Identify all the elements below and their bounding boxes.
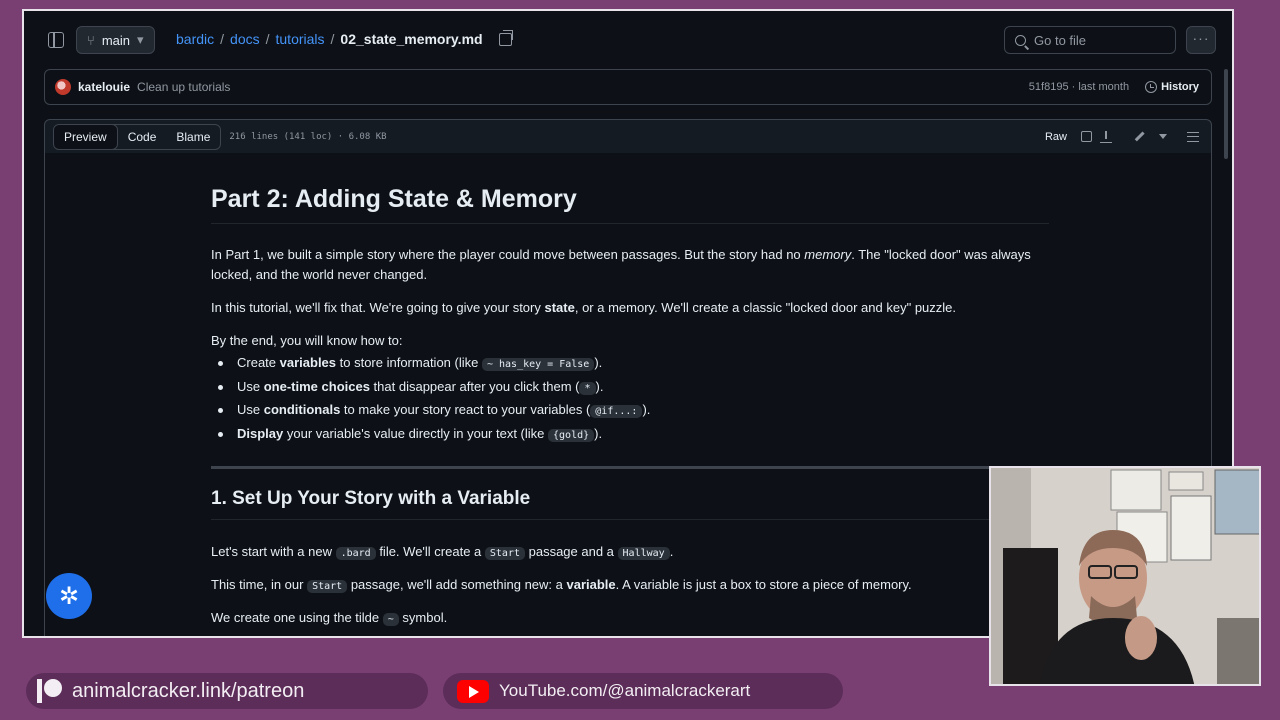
branch-icon: ⑂ xyxy=(87,32,95,48)
top-bar: ⑂ main ▾ bardic / docs / tutorials / 02_… xyxy=(24,11,1232,71)
doc-title: Part 2: Adding State & Memory xyxy=(211,185,577,213)
paragraph-start: Let's start with a new .bard file. We'll… xyxy=(211,544,674,560)
section-heading: 1. Set Up Your Story with a Variable xyxy=(211,488,531,509)
sidebar-toggle-icon[interactable] xyxy=(48,32,64,48)
patreon-link[interactable]: animalcracker.link/patreon xyxy=(26,673,428,709)
edit-dropdown-icon[interactable] xyxy=(1159,134,1167,139)
list-item: Use conditionals to make your story reac… xyxy=(217,400,650,424)
horizontal-rule xyxy=(211,466,1049,469)
paragraph-tilde: We create one using the tilde ~ symbol. xyxy=(211,610,448,626)
list-item: Use one-time choices that disappear afte… xyxy=(217,377,650,401)
paragraph-end: By the end, you will know how to: xyxy=(211,333,403,348)
breadcrumb: bardic / docs / tutorials / 02_state_mem… xyxy=(176,29,513,47)
paragraph-variable: This time, in our Start passage, we'll a… xyxy=(211,577,912,593)
commit-meta[interactable]: 51f8195 · last month xyxy=(1029,81,1129,93)
learning-goals-list: Create variables to store information (l… xyxy=(217,353,650,448)
file-name: 02_state_memory.md xyxy=(340,31,483,47)
chevron-down-icon: ▾ xyxy=(137,32,144,47)
latest-commit-bar: katelouie Clean up tutorials 51f8195 · l… xyxy=(44,69,1212,105)
clock-icon xyxy=(1145,81,1158,93)
tab-code[interactable]: Code xyxy=(118,125,167,149)
breadcrumb-repo[interactable]: bardic xyxy=(176,31,214,47)
branch-selector[interactable]: ⑂ main ▾ xyxy=(76,26,155,54)
list-item: Create variables to store information (l… xyxy=(217,353,650,377)
copy-raw-icon[interactable] xyxy=(1081,131,1092,142)
list-item: Display your variable's value directly i… xyxy=(217,424,650,448)
file-info: 216 lines (141 loc) · 6.08 KB xyxy=(229,131,387,142)
youtube-icon xyxy=(457,679,489,703)
go-to-file-input[interactable]: Go to file xyxy=(1004,26,1176,54)
avatar[interactable] xyxy=(55,79,71,95)
raw-button[interactable]: Raw xyxy=(1039,131,1073,143)
download-icon[interactable] xyxy=(1100,130,1112,143)
commit-author[interactable]: katelouie xyxy=(78,80,130,94)
branch-name: main xyxy=(101,32,130,48)
paragraph-fix: In this tutorial, we'll fix that. We're … xyxy=(211,300,957,315)
more-options-button[interactable]: ··· xyxy=(1186,26,1216,54)
webcam-overlay xyxy=(989,466,1261,686)
webcam-feed xyxy=(991,468,1259,684)
tab-preview[interactable]: Preview xyxy=(54,124,118,149)
scrollbar[interactable] xyxy=(1224,69,1228,159)
file-header: Preview Code Blame 216 lines (141 loc) ·… xyxy=(44,119,1212,153)
view-mode-tabs: Preview Code Blame xyxy=(53,123,222,150)
breadcrumb-docs[interactable]: docs xyxy=(230,31,260,47)
history-button[interactable]: History xyxy=(1145,81,1199,93)
commit-message[interactable]: Clean up tutorials xyxy=(137,80,230,94)
file-tools: Raw xyxy=(1039,130,1199,143)
breadcrumb-tutorials[interactable]: tutorials xyxy=(276,31,325,47)
gear-icon[interactable]: ✲ xyxy=(46,573,92,619)
search-icon xyxy=(1015,34,1026,46)
copy-path-icon[interactable] xyxy=(498,29,513,46)
patreon-icon xyxy=(36,678,62,704)
tab-blame[interactable]: Blame xyxy=(166,125,220,149)
paragraph-intro: In Part 1, we built a simple story where… xyxy=(211,247,1031,282)
divider xyxy=(211,519,1049,520)
outline-icon[interactable] xyxy=(1187,131,1199,142)
youtube-link[interactable]: YouTube.com/@animalcrackerart xyxy=(443,673,843,709)
divider xyxy=(211,223,1049,224)
go-to-file-placeholder: Go to file xyxy=(1034,32,1087,48)
edit-icon[interactable] xyxy=(1134,131,1145,142)
